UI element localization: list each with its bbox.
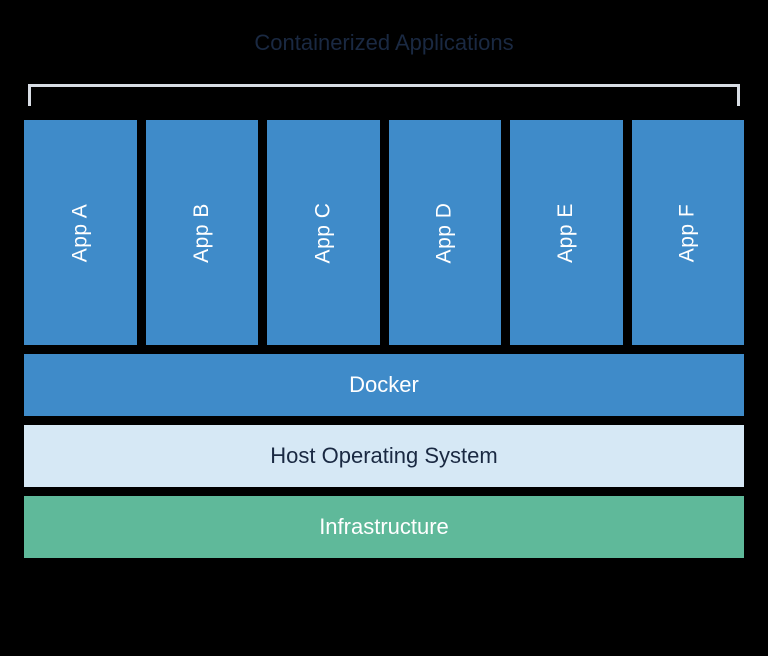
app-box-b: App B [146,120,259,345]
app-label-f: App F [676,203,700,262]
host-os-layer: Host Operating System [24,425,744,487]
host-os-layer-label: Host Operating System [270,443,497,469]
app-box-d: App D [389,120,502,345]
app-box-c: App C [267,120,380,345]
app-box-a: App A [24,120,137,345]
app-box-e: App E [510,120,623,345]
docker-layer: Docker [24,354,744,416]
apps-row: App A App B App C App D App E App F [24,120,744,345]
app-label-d: App D [433,202,457,263]
diagram-title: Containerized Applications [24,30,744,56]
apps-bracket-container [24,84,744,108]
app-label-a: App A [68,203,92,262]
apps-bracket [28,84,740,106]
app-label-e: App E [554,203,578,263]
app-label-b: App B [190,203,214,263]
app-box-f: App F [632,120,745,345]
docker-layer-label: Docker [349,372,419,398]
infrastructure-layer: Infrastructure [24,496,744,558]
app-label-c: App C [311,202,335,263]
infrastructure-layer-label: Infrastructure [319,514,449,540]
